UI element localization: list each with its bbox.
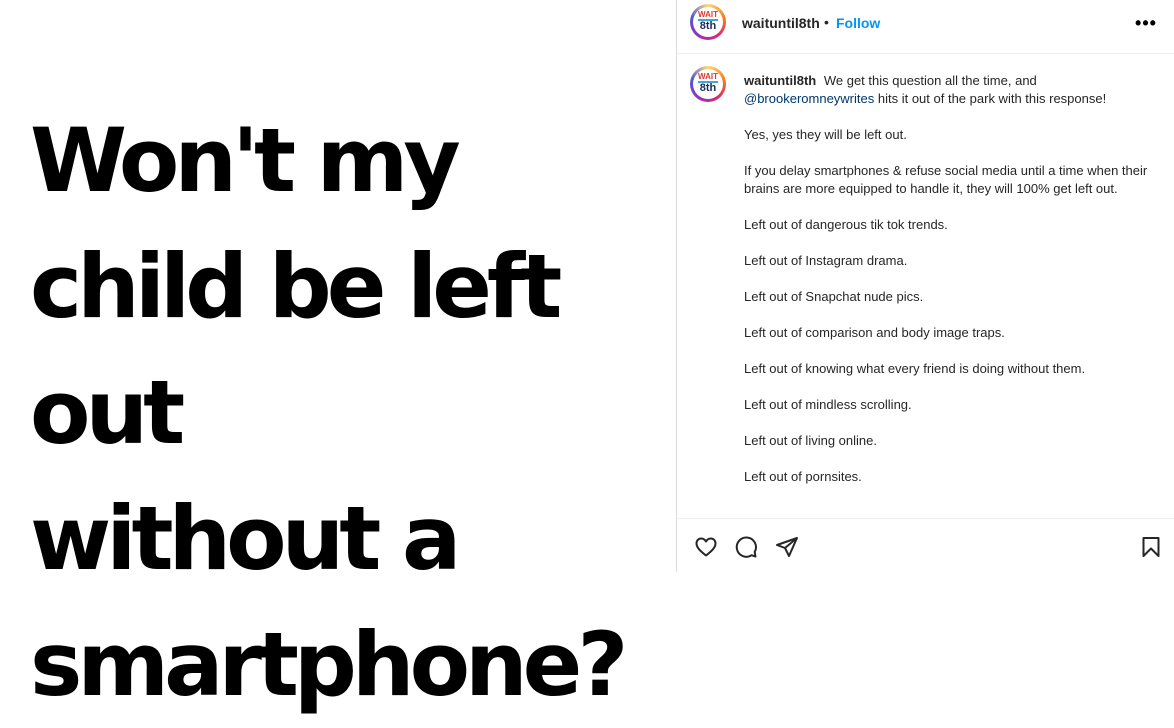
caption-paragraph: Left out of Instagram drama. (744, 253, 908, 268)
caption-intro: We get this question all the time, and (823, 73, 1037, 88)
post-image-headline: Won't my child be left out without a sma… (30, 109, 628, 716)
caption-paragraph: Left out of dangerous tik tok trends. (744, 217, 948, 232)
caption-paragraph: Left out of comparison and body image tr… (744, 325, 1005, 340)
caption-avatar[interactable]: WAIT 8th (690, 66, 726, 102)
caption-paragraph: Left out of knowing what every friend is… (744, 361, 1086, 376)
avatar[interactable]: WAIT 8th (690, 4, 726, 40)
caption-area: WAIT 8th waituntil8th We get this questi… (677, 54, 1174, 518)
post-header: WAIT 8th waituntil8th • Follow ••• (677, 0, 1174, 54)
post-caption: waituntil8th We get this question all th… (744, 72, 1154, 486)
caption-paragraph: Left out of living online. (744, 433, 877, 448)
avatar-logo-top: WAIT (698, 10, 718, 19)
caption-intro-tail: hits it out of the park with this respon… (877, 91, 1107, 106)
avatar-logo: WAIT 8th (693, 7, 723, 37)
header-username[interactable]: waituntil8th (742, 15, 820, 31)
header-separator: • (824, 14, 829, 30)
share-icon[interactable] (775, 535, 799, 559)
more-horizontal-icon[interactable]: ••• (1134, 11, 1158, 35)
avatar-logo-bottom: 8th (699, 20, 717, 32)
caption-paragraph: Left out of mindless scrolling. (744, 397, 912, 412)
action-bar (677, 518, 1174, 572)
caption-paragraph: Left out of pornsites. (744, 469, 862, 484)
heart-icon[interactable] (694, 535, 718, 559)
avatar-logo-bottom: 8th (699, 82, 717, 94)
avatar-logo: WAIT 8th (693, 69, 723, 99)
caption-paragraph: Left out of Snapchat nude pics. (744, 289, 924, 304)
caption-username[interactable]: waituntil8th (744, 73, 816, 88)
caption-paragraph: Yes, yes they will be left out. (744, 127, 907, 142)
follow-button[interactable]: Follow (836, 15, 880, 31)
avatar-logo-top: WAIT (698, 72, 718, 81)
comment-icon[interactable] (734, 535, 758, 559)
bookmark-icon[interactable] (1139, 535, 1163, 559)
mention-link[interactable]: @brookeromneywrites (744, 91, 874, 106)
caption-lead: waituntil8th We get this question all th… (744, 72, 1154, 108)
caption-paragraph: If you delay smartphones & refuse social… (744, 163, 1148, 196)
post-image: Won't my child be left out without a sma… (0, 0, 676, 716)
post-details-panel: WAIT 8th waituntil8th • Follow ••• WAIT … (676, 0, 1174, 572)
